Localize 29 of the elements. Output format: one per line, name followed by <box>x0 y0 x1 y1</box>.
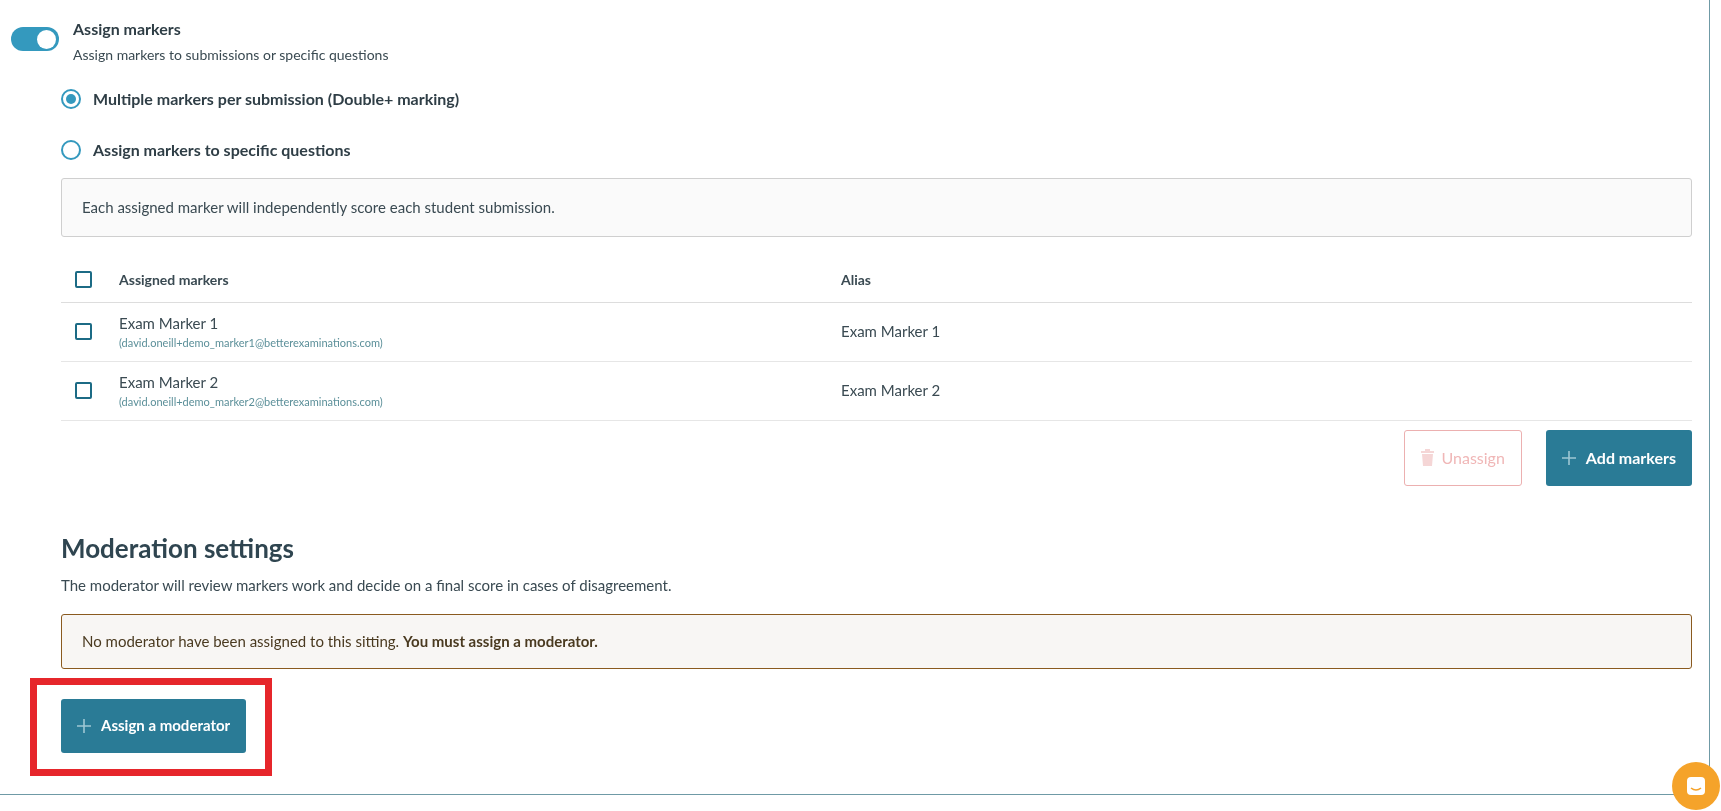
radio-option[interactable]: Assign markers to specific questions <box>61 138 1692 162</box>
marker-email: (david.oneill+demo_marker1@betterexaminations.com) <box>119 334 384 351</box>
section-title: Assign markers <box>73 18 182 40</box>
section-heading: Moderation settings <box>61 530 296 566</box>
plus-icon <box>77 718 91 733</box>
plus-icon <box>1561 450 1576 465</box>
section-description: The moderator will review markers work and decide on a final score in cases of disagreement. <box>61 574 673 596</box>
column-header: Assigned markers <box>119 269 230 290</box>
info-box: Each assigned marker will independently score each student submission. <box>61 178 1692 237</box>
marker-alias: Exam Marker 1 <box>841 321 941 343</box>
assign-moderator-button[interactable]: Assign a moderator <box>61 698 247 753</box>
marker-name: Exam Marker 2 <box>119 372 220 393</box>
radio-button[interactable] <box>61 140 81 160</box>
chat-bubble-button[interactable] <box>1672 762 1720 810</box>
marker-alias: Exam Marker 2 <box>841 380 941 402</box>
radio-option[interactable]: Multiple markers per submission (Double+ marking) <box>61 87 1692 111</box>
checkbox[interactable] <box>75 270 92 288</box>
marker-name: Exam Marker 1 <box>119 313 220 334</box>
checkbox[interactable] <box>75 382 92 399</box>
radio-button[interactable] <box>61 89 81 109</box>
trash-icon <box>1420 449 1434 466</box>
chat-icon <box>1686 776 1706 796</box>
marker-email: (david.oneill+demo_marker2@betterexaminations.com) <box>119 393 384 410</box>
section-description: Assign markers to submissions or specific questions <box>73 45 389 65</box>
column-header: Alias <box>841 269 871 290</box>
warning-box: No moderator have been assigned to this sitting. You must assign a moderator. <box>61 614 1692 669</box>
checkbox[interactable] <box>75 323 92 340</box>
toggle-switch[interactable] <box>11 27 59 51</box>
add-markers-button[interactable]: Add markers <box>1545 429 1692 486</box>
